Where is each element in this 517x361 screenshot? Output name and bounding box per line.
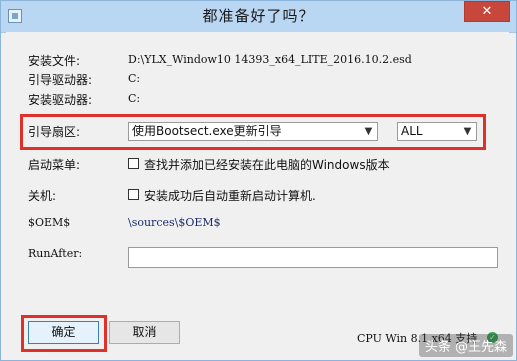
boot-sector-label: 引导扇区: bbox=[28, 125, 81, 139]
boot-menu-label: 启动菜单: bbox=[28, 158, 81, 172]
watermark: 头条 @王先森 bbox=[418, 334, 513, 357]
shutdown-label: 关机: bbox=[28, 189, 57, 203]
cancel-button[interactable]: 取消 bbox=[109, 321, 180, 344]
restart-text[interactable]: 安装成功后自动重新启动计算机. bbox=[144, 187, 316, 204]
close-button[interactable]: ✕ bbox=[464, 1, 510, 22]
install-file-label: 安装文件: bbox=[28, 54, 81, 68]
boot-driver-label: 引导驱动器: bbox=[28, 73, 93, 87]
boot-target-selected: ALL bbox=[401, 124, 423, 138]
window-title: 都准备好了吗？ bbox=[202, 7, 315, 25]
boot-method-select[interactable]: 使用Bootsect.exe更新引导 ▼ bbox=[128, 122, 378, 141]
chevron-down-icon: ▼ bbox=[463, 126, 472, 137]
install-driver-label: 安装驱动器: bbox=[28, 93, 93, 107]
dialog-body: 安装文件: D:\YLX_Window10 14393_x64_LITE_201… bbox=[6, 32, 509, 354]
chevron-down-icon: ▼ bbox=[364, 126, 373, 137]
ok-button[interactable]: 确定 bbox=[28, 321, 99, 344]
run-after-label: RunAfter: bbox=[28, 247, 83, 260]
boot-target-select[interactable]: ALL ▼ bbox=[397, 122, 477, 141]
boot-driver-value: C: bbox=[128, 72, 141, 85]
close-icon: ✕ bbox=[481, 4, 493, 19]
boot-menu-text[interactable]: 查找并添加已经安装在此电脑的Windows版本 bbox=[144, 156, 390, 173]
boot-method-selected: 使用Bootsect.exe更新引导 bbox=[132, 124, 282, 138]
title-bar: 都准备好了吗？ ✕ bbox=[1, 1, 516, 33]
install-driver-value: C: bbox=[128, 92, 141, 105]
oem-value: \sources\$OEM$ bbox=[128, 216, 221, 229]
boot-menu-checkbox[interactable] bbox=[128, 158, 139, 169]
install-file-value: D:\YLX_Window10 14393_x64_LITE_2016.10.2… bbox=[128, 53, 412, 66]
run-after-input[interactable] bbox=[128, 247, 498, 268]
restart-checkbox[interactable] bbox=[128, 189, 139, 200]
oem-label: $OEM$ bbox=[28, 216, 71, 229]
